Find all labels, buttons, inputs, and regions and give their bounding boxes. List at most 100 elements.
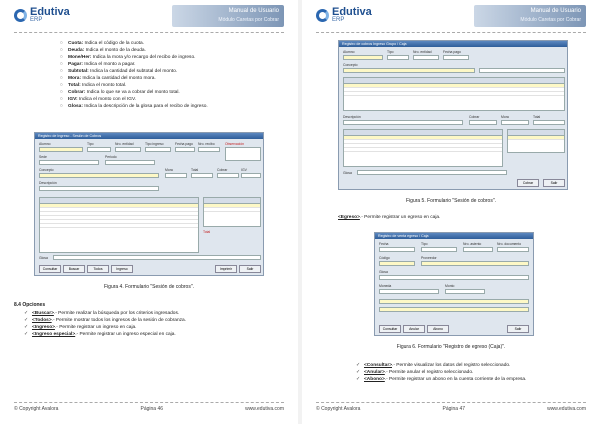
form-label: Tipo	[387, 50, 394, 54]
list-item: ○ Cobrar: Indica lo que se va a cobrar de…	[60, 90, 180, 95]
form-label: Código	[379, 256, 390, 260]
list-item: ○ Glosa: Indica la descripción de la glos…	[60, 104, 208, 109]
window-title: Registro de Ingreso - Sesión de Cobros	[35, 133, 263, 139]
list-item: ✓ <Anular>.- Permite anular el registro s…	[356, 370, 474, 375]
circle-bullet-icon: ○	[60, 48, 63, 53]
form-label: Descripción	[39, 181, 57, 185]
list-item: ○ Subtotal: Indica la cantidad del subtot…	[60, 69, 178, 74]
window-title: Registro de venta egreso / Caja	[375, 233, 533, 239]
list-item: ✓ <Abono>.- Permite registrar un abono en…	[356, 377, 527, 382]
form-label: Nro. documento	[497, 242, 522, 246]
page-46: Edutiva ERP Manual de Usuario Módulo Care…	[0, 0, 298, 424]
list-item: ✓ <Buscar>.- Permite realizar la búsqueda…	[24, 311, 180, 316]
form-field	[379, 247, 415, 252]
glosa-field	[53, 255, 261, 260]
circle-bullet-icon: ○	[60, 41, 63, 46]
list-item: ✓ <Ingreso especial>.- Permite registrar …	[24, 332, 176, 337]
buscar-button[interactable]: Buscar	[63, 265, 85, 273]
banner-title: Manual de Usuario	[530, 8, 581, 14]
observation-box	[225, 147, 261, 161]
edutiva-logo: Edutiva ERP	[316, 7, 372, 24]
form-field	[39, 186, 159, 191]
form-label: Glosa	[343, 171, 352, 175]
registro-egreso-screenshot: Registro de venta egreso / Caja Fecha Ti…	[374, 232, 534, 336]
circle-bullet-icon: ○	[60, 69, 63, 74]
form-field	[115, 147, 141, 152]
form-field	[39, 147, 83, 152]
abono-button[interactable]: Abono	[427, 325, 449, 333]
form-field	[343, 68, 475, 73]
form-label: Concepto	[39, 168, 54, 172]
check-mark-icon: ✓	[24, 332, 29, 337]
section-title: 8.4 Opciones	[14, 302, 46, 308]
form-field	[343, 55, 383, 60]
cobrar-button[interactable]: Cobrar	[517, 179, 539, 187]
salir-button[interactable]: Salir	[543, 179, 565, 187]
total-label: Total	[203, 230, 211, 234]
check-mark-icon: ✓	[356, 370, 361, 375]
edutiva-logo: Edutiva ERP	[14, 7, 70, 24]
form-field	[421, 247, 457, 252]
banner-subtitle: Módulo Caretas por Cobrar	[520, 17, 581, 23]
manual-banner: Manual de Usuario Módulo Caretas por Cob…	[474, 5, 586, 27]
form-label: Proveedor	[421, 256, 437, 260]
salir-button[interactable]: Salir	[507, 325, 529, 333]
form-field	[379, 275, 529, 280]
totales-grid	[507, 129, 565, 153]
circle-bullet-icon: ○	[60, 83, 63, 88]
form-label: Glosa	[39, 256, 48, 260]
form-field	[501, 120, 529, 125]
imprimir-button[interactable]: Imprimir	[215, 265, 237, 273]
form-field	[421, 261, 529, 266]
circle-bullet-icon: ○	[60, 90, 63, 95]
form-label: Descripción	[343, 115, 361, 119]
banner-title: Manual de Usuario	[228, 8, 279, 14]
header-divider	[316, 32, 586, 33]
list-item: ○ Total: Indica el monto total.	[60, 83, 127, 88]
page-footer: © Copyright Avalora Página 46 www.edutiv…	[14, 402, 284, 412]
page-footer: © Copyright Avalora Página 47 www.edutiv…	[316, 402, 586, 412]
form-field	[479, 68, 565, 73]
footer-page-number: Página 47	[442, 406, 466, 412]
list-item: ○ Mone/Her: Indica la mora y/o recargo de…	[60, 55, 196, 60]
form-label: Tipo	[421, 242, 428, 246]
salir-button[interactable]: Salir	[239, 265, 261, 273]
anular-button[interactable]: Anular	[403, 325, 425, 333]
form-label: Concepto	[343, 63, 358, 67]
brand-sub: ERP	[30, 17, 43, 23]
form-label: Fecha pago	[443, 50, 461, 54]
form-field	[379, 299, 529, 304]
form-field	[145, 147, 171, 152]
form-label: Nro. recibo	[198, 142, 215, 146]
observation-label: Observación	[225, 142, 245, 146]
circle-bullet-icon: ○	[60, 55, 63, 60]
form-field	[198, 147, 220, 152]
ingreso-button[interactable]: Ingreso	[111, 265, 133, 273]
form-label: Fecha	[379, 242, 389, 246]
cuotas-grid	[343, 129, 503, 167]
form-field	[39, 160, 99, 165]
form-field	[39, 173, 159, 178]
form-field	[533, 120, 565, 125]
check-mark-icon: ✓	[24, 318, 29, 323]
figure-caption: Figura 4. Formulario "Sesión de cobros".	[104, 284, 194, 290]
footer-copyright: © Copyright Avalora	[14, 406, 59, 412]
list-item: ✓ <Ingreso>.- Permite registrar un ingres…	[24, 325, 137, 330]
form-field	[379, 307, 529, 312]
figure-caption: Figura 5. Formulario "Sesión de cobros".	[406, 198, 496, 204]
footer-copyright: © Copyright Avalora	[316, 406, 361, 412]
glosa-field	[357, 170, 507, 175]
circle-bullet-icon: ○	[60, 104, 63, 109]
footer-website: www.edutiva.com	[547, 406, 586, 412]
form-label: Mora	[501, 115, 509, 119]
form-label: Periodo	[105, 155, 117, 159]
form-field	[105, 160, 155, 165]
list-item: ✓ <Consultar>.- Permite visualizar los da…	[356, 363, 511, 368]
form-label: Total	[191, 168, 199, 172]
form-field	[497, 247, 529, 252]
todos-button[interactable]: Todos	[87, 265, 109, 273]
consultar-button[interactable]: Consultar	[39, 265, 61, 273]
field-definitions-list: ○ Cuota: Indica el código de la cuota. ○ D…	[60, 40, 288, 110]
consultar-button[interactable]: Consultar	[379, 325, 401, 333]
list-item: ○ Cuota: Indica el código de la cuota.	[60, 41, 144, 46]
